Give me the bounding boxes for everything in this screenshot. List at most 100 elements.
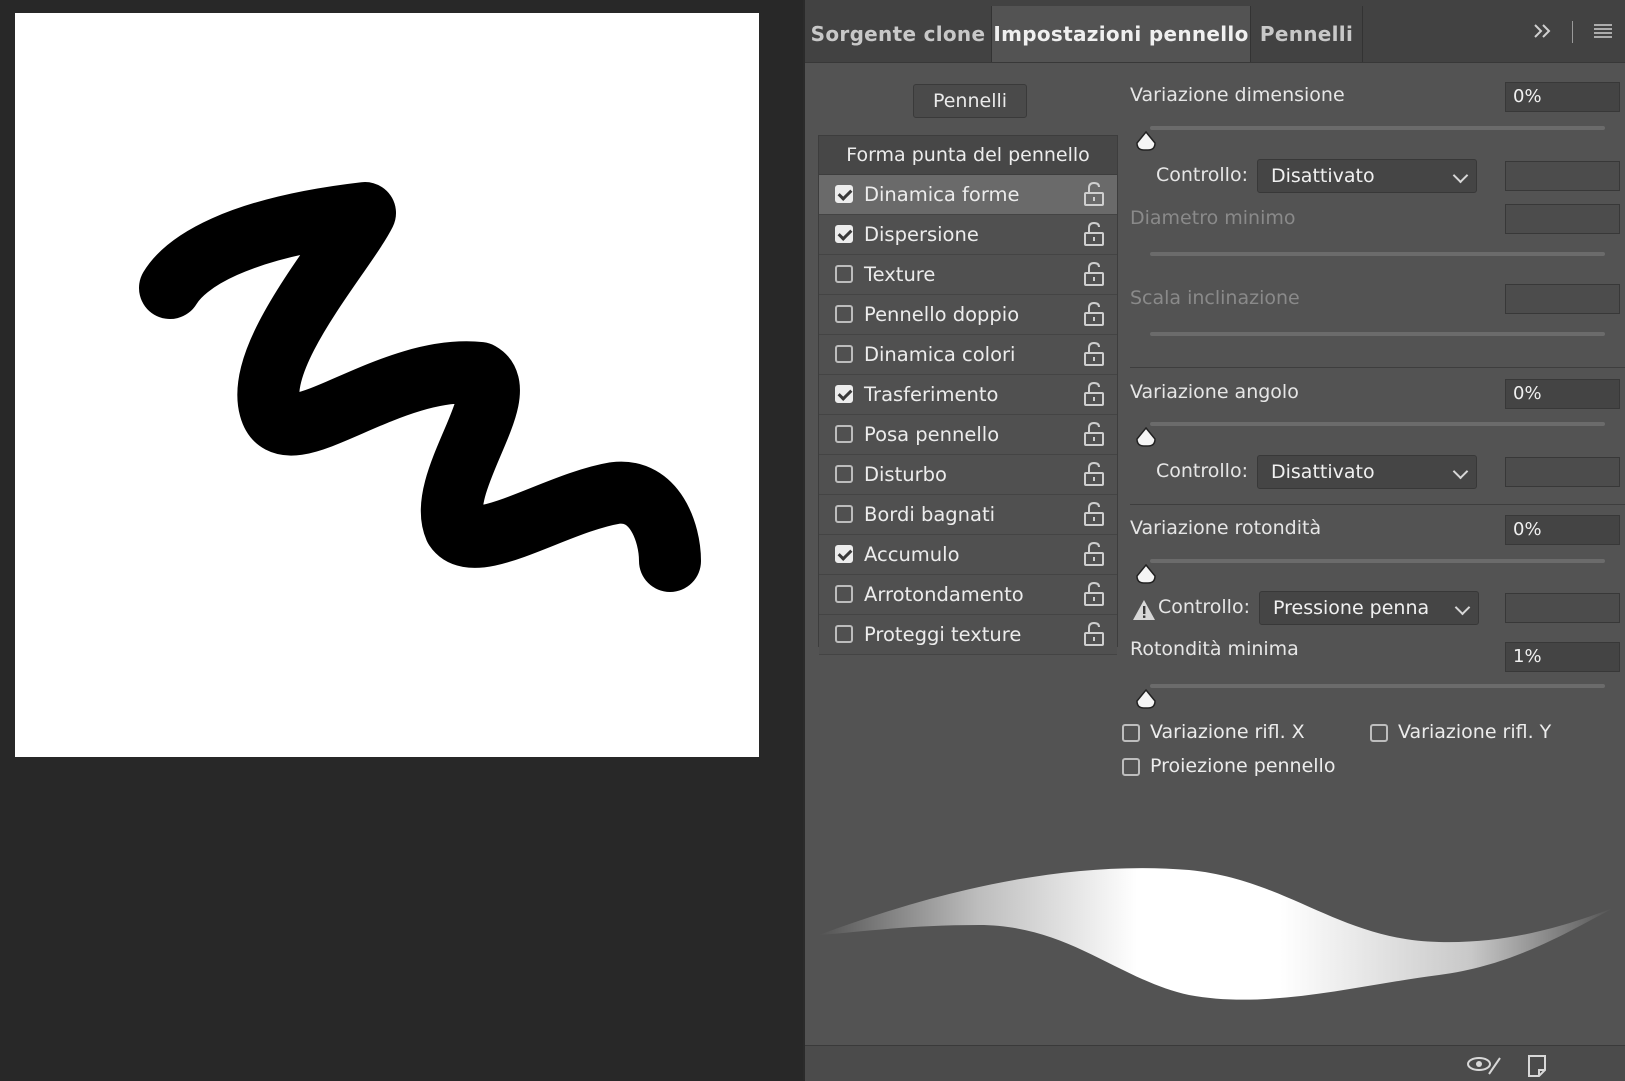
unlocked-padlock-icon[interactable] — [1083, 581, 1105, 606]
list-item[interactable]: Proteggi texture — [819, 615, 1117, 655]
flip-x-checkbox[interactable] — [1122, 724, 1140, 742]
angle-control-label: Controllo: — [1156, 460, 1248, 482]
roundness-jitter-slider-icon[interactable] — [1135, 563, 1157, 585]
setting-label: Dispersione — [864, 223, 979, 246]
list-item[interactable]: Dinamica colori — [819, 335, 1117, 375]
angle-control-dropdown[interactable]: Disattivato — [1257, 455, 1477, 489]
unlocked-padlock-icon[interactable] — [1083, 341, 1105, 366]
setting-checkbox[interactable] — [835, 585, 853, 603]
list-item[interactable]: Pennello doppio — [819, 295, 1117, 335]
setting-checkbox[interactable] — [835, 185, 853, 203]
unlocked-padlock-icon[interactable] — [1083, 301, 1105, 326]
angle-jitter-track[interactable] — [1150, 422, 1605, 426]
setting-label: Dinamica colori — [864, 343, 1016, 366]
setting-checkbox[interactable] — [835, 225, 853, 243]
list-item[interactable]: Posa pennello — [819, 415, 1117, 455]
min-roundness-slider-icon[interactable] — [1135, 688, 1157, 710]
setting-checkbox[interactable] — [835, 545, 853, 563]
list-item[interactable]: Bordi bagnati — [819, 495, 1117, 535]
setting-label: Posa pennello — [864, 423, 1000, 446]
unlocked-padlock-icon[interactable] — [1083, 261, 1105, 286]
double-chevron-right-icon[interactable] — [1533, 20, 1553, 44]
tilt-scale-track[interactable] — [1150, 332, 1605, 336]
unlocked-padlock-icon[interactable] — [1083, 181, 1105, 206]
angle-control-extra-field[interactable] — [1505, 457, 1620, 487]
size-jitter-label: Variazione dimensione — [1130, 84, 1345, 106]
document-canvas-area — [0, 0, 803, 1080]
brush-projection-label: Proiezione pennello — [1150, 755, 1336, 777]
tilt-scale-field[interactable] — [1505, 284, 1620, 314]
document-canvas[interactable] — [15, 13, 759, 757]
min-roundness-field[interactable]: 1% — [1505, 642, 1620, 672]
setting-label: Bordi bagnati — [864, 503, 996, 526]
roundness-jitter-track[interactable] — [1150, 559, 1605, 563]
min-roundness-track[interactable] — [1150, 684, 1605, 688]
angle-jitter-slider-icon[interactable] — [1135, 426, 1157, 448]
tab-impostazioni-pennello[interactable]: Impostazioni pennello — [991, 6, 1251, 62]
setting-label: Proteggi texture — [864, 623, 1022, 646]
setting-checkbox[interactable] — [835, 385, 853, 403]
angle-jitter-field[interactable]: 0% — [1505, 379, 1620, 409]
list-item[interactable]: Texture — [819, 255, 1117, 295]
setting-checkbox[interactable] — [835, 625, 853, 643]
angle-jitter-label: Variazione angolo — [1130, 381, 1299, 403]
unlocked-padlock-icon[interactable] — [1083, 421, 1105, 446]
tab-sorgente-clone[interactable]: Sorgente clone — [805, 6, 991, 62]
unlocked-padlock-icon[interactable] — [1083, 221, 1105, 246]
unlocked-padlock-icon[interactable] — [1083, 621, 1105, 646]
size-control-value: Disattivato — [1271, 165, 1375, 187]
flip-x-label: Variazione rifl. X — [1150, 721, 1305, 743]
setting-label: Texture — [864, 263, 936, 286]
section-divider — [1130, 367, 1625, 368]
setting-checkbox[interactable] — [835, 345, 853, 363]
roundness-jitter-field[interactable]: 0% — [1505, 515, 1620, 545]
setting-checkbox[interactable] — [835, 505, 853, 523]
angle-control-value: Disattivato — [1271, 461, 1375, 483]
min-diameter-field[interactable] — [1505, 204, 1620, 234]
tab-icon-separator — [1571, 20, 1573, 43]
unlocked-padlock-icon[interactable] — [1083, 541, 1105, 566]
new-preset-icon[interactable] — [1525, 1052, 1551, 1078]
roundness-control-dropdown[interactable]: Pressione penna — [1259, 591, 1479, 625]
list-item[interactable]: Trasferimento — [819, 375, 1117, 415]
flip-y-checkbox[interactable] — [1370, 724, 1388, 742]
list-item[interactable]: Accumulo — [819, 535, 1117, 575]
setting-checkbox[interactable] — [835, 305, 853, 323]
brushes-button[interactable]: Pennelli — [913, 84, 1027, 118]
size-control-extra-field[interactable] — [1505, 161, 1620, 191]
unlocked-padlock-icon[interactable] — [1083, 461, 1105, 486]
warning-triangle-icon — [1133, 600, 1155, 620]
brush-stroke-preview — [819, 868, 1614, 1000]
size-jitter-slider-icon[interactable] — [1135, 130, 1157, 152]
roundness-control-extra-field[interactable] — [1505, 593, 1620, 623]
unlocked-padlock-icon[interactable] — [1083, 501, 1105, 526]
unlocked-padlock-icon[interactable] — [1083, 381, 1105, 406]
setting-label: Pennello doppio — [864, 303, 1020, 326]
size-jitter-track[interactable] — [1150, 126, 1605, 130]
setting-label: Dinamica forme — [864, 183, 1020, 206]
list-item[interactable]: Arrotondamento — [819, 575, 1117, 615]
brush-settings-panel: Sorgente clone Impostazioni pennello Pen… — [803, 0, 1625, 1081]
list-item[interactable]: Dispersione — [819, 215, 1117, 255]
size-jitter-field[interactable]: 0% — [1505, 82, 1620, 112]
setting-label: Accumulo — [864, 543, 960, 566]
setting-checkbox[interactable] — [835, 465, 853, 483]
hamburger-menu-icon[interactable] — [1593, 20, 1613, 44]
setting-checkbox[interactable] — [835, 265, 853, 283]
brush-projection-checkbox[interactable] — [1122, 758, 1140, 776]
list-item[interactable]: Dinamica forme — [819, 175, 1117, 215]
tilt-scale-label: Scala inclinazione — [1130, 287, 1300, 309]
min-diameter-track[interactable] — [1150, 252, 1605, 256]
brush-tip-shape-item[interactable]: Forma punta del pennello — [819, 136, 1117, 175]
eye-brush-icon[interactable] — [1465, 1052, 1503, 1076]
flip-y-label: Variazione rifl. Y — [1398, 721, 1552, 743]
list-item[interactable]: Disturbo — [819, 455, 1117, 495]
size-control-dropdown[interactable]: Disattivato — [1257, 159, 1477, 193]
setting-checkbox[interactable] — [835, 425, 853, 443]
min-roundness-label: Rotondità minima — [1130, 638, 1299, 660]
panel-footer — [805, 1045, 1625, 1081]
tab-pennelli[interactable]: Pennelli — [1251, 6, 1363, 62]
panel-tab-bar: Sorgente clone Impostazioni pennello Pen… — [805, 0, 1625, 63]
min-diameter-label: Diametro minimo — [1130, 207, 1296, 229]
roundness-control-value: Pressione penna — [1273, 597, 1430, 619]
